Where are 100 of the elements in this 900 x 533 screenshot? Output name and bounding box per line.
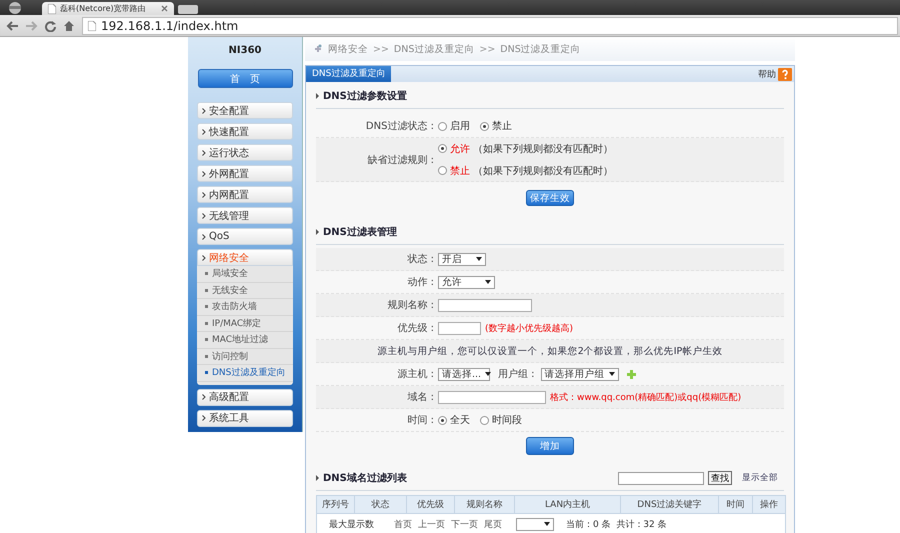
help-label: 帮助 xyxy=(758,68,776,80)
breadcrumb-separator: >> xyxy=(373,44,389,54)
search-field[interactable] xyxy=(618,472,704,484)
input-field[interactable] xyxy=(438,298,532,312)
menu-label: QoS xyxy=(209,231,230,242)
menu-label: 外网配置 xyxy=(209,168,249,180)
submenu-item[interactable]: IP/MAC绑定 xyxy=(197,316,293,332)
hint-text: 格式：www.qq.com(精确匹配)或qq(模糊匹配) xyxy=(550,392,742,404)
show-all-link[interactable]: 显示全部 xyxy=(742,472,778,484)
triangle-icon xyxy=(316,475,319,481)
menu-label: 安全配置 xyxy=(209,104,249,118)
option-note: （如果下列规则都没有匹配时） xyxy=(473,142,613,156)
menu-label: 网络安全 xyxy=(209,252,249,264)
dropdown[interactable] xyxy=(516,518,554,530)
section-title: DNS域名过滤列表 xyxy=(323,472,407,485)
submenu-item[interactable]: 局域安全 xyxy=(197,266,293,282)
address-field[interactable]: 192.168.1.1/index.htm xyxy=(82,16,898,34)
search-button[interactable]: 查找 xyxy=(708,471,732,485)
browser-logo-icon xyxy=(6,1,24,14)
pagination-link[interactable]: 尾页 xyxy=(484,518,502,530)
submenu-label: 攻击防火墙 xyxy=(212,300,257,314)
forward-icon[interactable] xyxy=(25,20,38,32)
caret-icon xyxy=(476,257,482,261)
dropdown[interactable]: 允许 xyxy=(438,276,495,288)
field-label: 规则名称 : xyxy=(386,299,435,312)
bullet-icon xyxy=(205,322,208,325)
menu-item[interactable]: 内网配置 xyxy=(197,186,293,203)
submenu-label: IP/MAC绑定 xyxy=(212,318,262,330)
bullet-icon xyxy=(205,338,208,342)
bullet-icon xyxy=(205,354,208,358)
field-label: 时间 : xyxy=(406,414,435,427)
help-link[interactable]: 帮助 xyxy=(758,66,794,82)
bullet-icon xyxy=(205,305,208,308)
radio-button[interactable] xyxy=(438,144,447,153)
option-label: 禁止 xyxy=(492,120,512,133)
caret-icon xyxy=(485,372,492,376)
submenu-label: DNS过滤及重定向 xyxy=(212,366,286,380)
pagination-link[interactable]: 上一页 xyxy=(418,518,445,530)
section-title: DNS过滤表管理 xyxy=(323,226,397,239)
section-title: DNS过滤参数设置 xyxy=(323,90,407,103)
menu-label: 内网配置 xyxy=(209,188,249,202)
option-note: （如果下列规则都没有匹配时） xyxy=(473,164,613,178)
submenu-item[interactable]: DNS过滤及重定向 xyxy=(197,365,293,382)
back-icon[interactable] xyxy=(6,20,19,32)
caret-icon xyxy=(485,280,491,284)
dropdown[interactable]: 请选择... xyxy=(438,368,490,380)
option-label: 允许 xyxy=(450,142,470,156)
menu-item[interactable]: 快速配置 xyxy=(197,123,293,140)
chevron-icon xyxy=(202,212,206,218)
menu-item[interactable]: 无线管理 xyxy=(197,207,293,224)
home-icon[interactable] xyxy=(63,20,76,32)
menu-item[interactable]: QoS xyxy=(197,228,293,245)
record-count: 当前：0 条 共计：32 条 xyxy=(566,518,667,530)
menu-item[interactable]: 系统工具 xyxy=(197,410,293,426)
triangle-icon xyxy=(316,93,319,99)
footer-label: 最大显示数 xyxy=(329,518,374,530)
menu-label: 高级配置 xyxy=(209,390,249,404)
menu-item[interactable]: 高级配置 xyxy=(197,388,293,406)
submenu-label: 无线安全 xyxy=(212,284,248,297)
pagination-link[interactable]: 首页 xyxy=(394,518,412,530)
submenu-item[interactable]: MAC地址过滤 xyxy=(197,332,293,348)
menu-label: 运行状态 xyxy=(209,146,249,160)
caret-icon xyxy=(608,372,615,376)
chevron-icon xyxy=(202,254,206,260)
submenu-item[interactable]: 攻击防火墙 xyxy=(197,299,293,316)
dropdown[interactable]: 请选择用户组 xyxy=(540,368,619,380)
menu-label: 系统工具 xyxy=(209,412,249,425)
dropdown[interactable]: 开启 xyxy=(438,252,486,266)
radio-button[interactable] xyxy=(438,122,447,130)
input-field[interactable] xyxy=(438,322,481,334)
radio-button[interactable] xyxy=(480,122,489,130)
radio-button[interactable] xyxy=(438,166,447,175)
field-label: 优先级 : xyxy=(396,322,435,335)
field-label: 源主机 : xyxy=(396,368,435,381)
new-tab-button[interactable] xyxy=(178,5,198,14)
breadcrumb-separator: >> xyxy=(479,44,496,54)
input-field[interactable] xyxy=(438,390,546,404)
chevron-icon xyxy=(202,234,206,240)
browser-tab[interactable]: 磊科(Netcore)宽带路由 xyxy=(42,2,174,15)
submenu-item[interactable]: 访问控制 xyxy=(197,348,293,365)
pagination-link[interactable]: 下一页 xyxy=(451,518,478,530)
menu-item[interactable]: 安全配置 xyxy=(197,102,293,119)
menu-item[interactable]: 外网配置 xyxy=(197,165,293,182)
radio-button[interactable] xyxy=(438,416,447,424)
submenu-item[interactable]: 无线安全 xyxy=(197,282,293,299)
brand-title: NI360 xyxy=(228,44,262,58)
radio-button[interactable] xyxy=(480,416,489,424)
page-icon xyxy=(88,20,96,30)
option-label: 启用 xyxy=(450,120,470,133)
chevron-icon xyxy=(202,150,206,156)
url-text: 192.168.1.1/index.htm xyxy=(101,18,238,32)
caret-icon xyxy=(544,522,550,526)
reload-icon[interactable] xyxy=(44,20,57,32)
tab[interactable]: DNS过滤及重定向 xyxy=(306,66,392,82)
option-label: 时间段 xyxy=(492,414,522,427)
question-icon xyxy=(778,68,792,80)
bullet-icon xyxy=(205,371,208,374)
field-label: 用户组 : xyxy=(497,368,536,381)
home-button[interactable]: 首 页 xyxy=(198,69,292,88)
menu-item[interactable]: 运行状态 xyxy=(197,144,293,161)
